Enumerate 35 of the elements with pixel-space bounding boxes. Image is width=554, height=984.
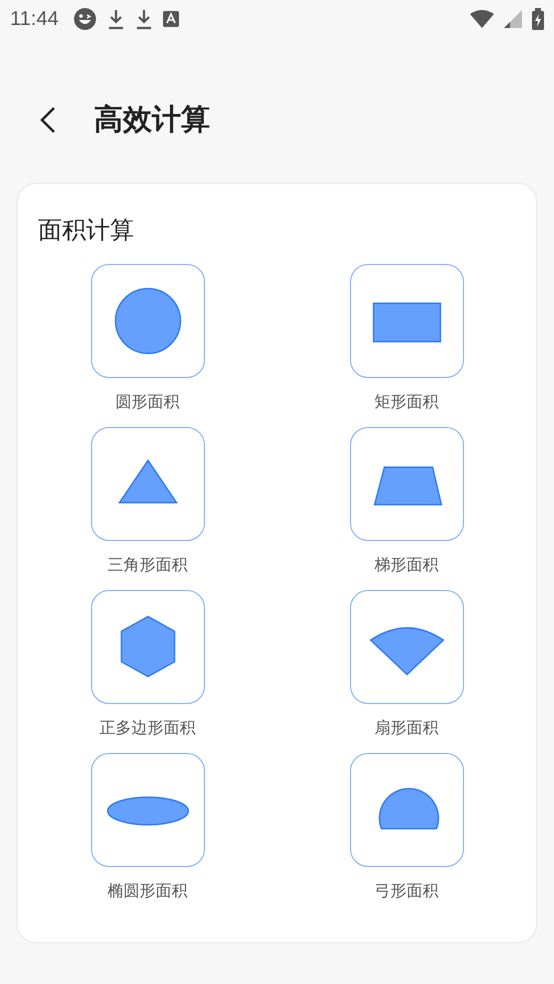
triangle-icon <box>118 459 178 504</box>
hexagon-icon <box>120 616 175 678</box>
segment-icon <box>378 788 439 830</box>
back-icon[interactable] <box>38 106 58 134</box>
shape-label: 扇形面积 <box>374 718 438 739</box>
rectangle-icon <box>372 302 441 342</box>
download-icon <box>134 8 153 30</box>
shape-button[interactable] <box>350 590 464 704</box>
page-title: 高效计算 <box>94 101 210 138</box>
shape-label: 正多边形面积 <box>100 718 196 739</box>
smiley-icon <box>72 7 97 31</box>
ellipse-icon <box>106 796 189 826</box>
sector-icon <box>369 627 444 676</box>
shape-button[interactable] <box>90 753 204 867</box>
shape-label: 矩形面积 <box>374 392 438 413</box>
trapezoid-icon <box>373 466 442 506</box>
circle-icon <box>114 288 181 354</box>
battery-icon <box>532 8 544 30</box>
shape-label: 三角形面积 <box>108 555 188 576</box>
shape-button[interactable] <box>350 427 464 541</box>
status-time: 11:44 <box>10 8 59 30</box>
shape-button[interactable] <box>90 590 204 704</box>
download-icon <box>106 8 125 30</box>
shape-button[interactable] <box>350 264 464 378</box>
shape-button[interactable] <box>90 264 204 378</box>
keyboard-icon <box>162 11 179 27</box>
shape-label: 梯形面积 <box>374 555 438 576</box>
shape-button[interactable] <box>90 427 204 541</box>
wifi-icon <box>470 10 494 28</box>
shape-label: 弓形面积 <box>374 881 438 902</box>
card-title: 面积计算 <box>37 215 135 246</box>
shape-label: 圆形面积 <box>116 392 180 413</box>
shape-button[interactable] <box>350 753 464 867</box>
shape-label: 椭圆形面积 <box>108 881 188 902</box>
signal-icon <box>504 10 522 28</box>
